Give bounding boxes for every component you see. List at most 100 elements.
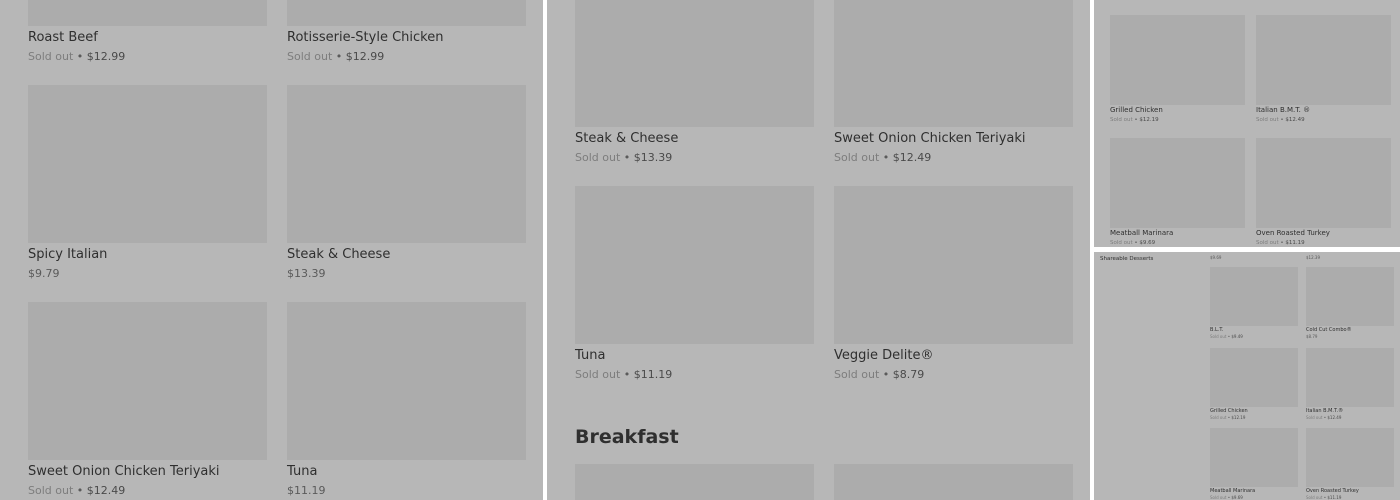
- item-price: $11.19: [1285, 240, 1305, 246]
- item-name[interactable]: Meatball Marinara: [1210, 488, 1255, 494]
- item-name[interactable]: Tuna: [575, 348, 605, 363]
- item-image[interactable]: [1210, 267, 1298, 326]
- item-image[interactable]: [1306, 428, 1394, 487]
- item-price-line: Sold out • $12.99: [287, 50, 385, 63]
- item-image[interactable]: [287, 0, 526, 26]
- sold-out-label: Sold out: [28, 484, 74, 497]
- item-name[interactable]: Roast Beef: [28, 30, 98, 45]
- item-price-line: Sold out • $9.49: [1210, 334, 1243, 339]
- item-name[interactable]: Italian B.M.T.®: [1306, 408, 1343, 414]
- item-image[interactable]: [575, 186, 814, 344]
- item-image[interactable]: [28, 85, 267, 243]
- item-name[interactable]: Grilled Chicken: [1210, 408, 1248, 414]
- item-name[interactable]: Italian B.M.T. ®: [1256, 106, 1310, 114]
- item-price-line: Sold out • $13.39: [575, 151, 673, 164]
- item-image[interactable]: [575, 0, 814, 127]
- item-image[interactable]: [1210, 428, 1298, 487]
- sold-out-label: Sold out: [1306, 495, 1323, 500]
- item-price-line: Sold out • $12.99: [28, 50, 126, 63]
- sold-out-label: Sold out: [575, 151, 621, 164]
- item-image[interactable]: [1210, 348, 1298, 407]
- item-price: $12.49: [892, 151, 932, 164]
- sold-out-label: Sold out: [834, 151, 880, 164]
- item-price: $12.19: [1231, 415, 1246, 420]
- item-name[interactable]: B.L.T.: [1210, 327, 1223, 333]
- item-name[interactable]: Veggie Delite®: [834, 348, 933, 363]
- item-price: $12.49: [1285, 117, 1305, 123]
- item-image[interactable]: [1306, 348, 1394, 407]
- item-price-line: Sold out • $12.49: [1306, 415, 1342, 420]
- item-price: $12.39: [1306, 255, 1320, 260]
- sold-out-label: Sold out: [834, 368, 880, 381]
- item-image[interactable]: [834, 186, 1073, 344]
- item-price-line: Sold out • $9.69: [1110, 240, 1156, 246]
- item-name[interactable]: Spicy Italian: [28, 247, 107, 262]
- item-price: $11.19: [287, 484, 326, 497]
- item-name[interactable]: Meatball Marinara: [1110, 229, 1173, 237]
- item-price: $12.49: [1327, 415, 1342, 420]
- item-price-line: Sold out • $9.69: [1210, 495, 1243, 500]
- sold-out-label: Sold out: [1210, 495, 1227, 500]
- item-price: $11.19: [1327, 495, 1342, 500]
- item-image[interactable]: [1256, 138, 1391, 228]
- menu-panel-3: Grilled Chicken Sold out • $12.19 Italia…: [1094, 0, 1400, 247]
- item-price-line: Sold out • $12.49: [1256, 117, 1305, 123]
- menu-panel-2: Steak & Cheese Sold out • $13.39 Sweet O…: [547, 0, 1090, 500]
- section-title: Breakfast: [575, 426, 679, 448]
- item-image[interactable]: [1306, 267, 1394, 326]
- item-price: $9.69: [1231, 495, 1243, 500]
- sold-out-label: Sold out: [1306, 415, 1323, 420]
- sold-out-label: Sold out: [1110, 117, 1133, 123]
- sold-out-label: Sold out: [287, 50, 333, 63]
- item-price-line: Sold out • $11.19: [1306, 495, 1342, 500]
- item-price: $12.99: [86, 50, 126, 63]
- item-image[interactable]: [1110, 15, 1245, 105]
- sold-out-label: Sold out: [1110, 240, 1133, 246]
- sold-out-label: Sold out: [1256, 117, 1279, 123]
- item-price-line: Sold out • $11.19: [1256, 240, 1305, 246]
- sold-out-label: Sold out: [28, 50, 74, 63]
- item-image[interactable]: [28, 302, 267, 460]
- item-price-line: Sold out • $12.49: [834, 151, 932, 164]
- item-price: $9.69: [1139, 240, 1156, 246]
- sold-out-label: Sold out: [1256, 240, 1279, 246]
- item-price: $13.39: [287, 267, 326, 280]
- item-price: $13.39: [633, 151, 673, 164]
- item-name[interactable]: Steak & Cheese: [287, 247, 390, 262]
- item-name[interactable]: Sweet Onion Chicken Teriyaki: [834, 131, 1026, 146]
- item-name[interactable]: Cold Cut Combo®: [1306, 327, 1352, 333]
- item-image[interactable]: [287, 85, 526, 243]
- sold-out-label: Sold out: [575, 368, 621, 381]
- item-price: $9.69: [1210, 255, 1222, 260]
- item-image[interactable]: [1110, 138, 1245, 228]
- item-name[interactable]: Grilled Chicken: [1110, 106, 1163, 114]
- menu-panel-1: Roast Beef Sold out • $12.99 Rotisserie-…: [0, 0, 543, 500]
- item-name[interactable]: Rotisserie-Style Chicken: [287, 30, 443, 45]
- item-name[interactable]: Tuna: [287, 464, 317, 479]
- item-price: $8.79: [1306, 334, 1318, 339]
- item-price: $12.99: [345, 50, 385, 63]
- item-price-line: Sold out • $11.19: [575, 368, 673, 381]
- item-price: $11.19: [633, 368, 673, 381]
- item-price-line: Sold out • $12.19: [1210, 415, 1246, 420]
- item-image[interactable]: [28, 0, 267, 26]
- sold-out-label: Sold out: [1210, 334, 1227, 339]
- item-image[interactable]: [1256, 15, 1391, 105]
- item-price: $9.49: [1231, 334, 1243, 339]
- item-price-line: Sold out • $12.49: [28, 484, 126, 497]
- item-price-line: Sold out • $8.79: [834, 368, 925, 381]
- sold-out-label: Sold out: [1210, 415, 1227, 420]
- item-image[interactable]: [834, 0, 1073, 127]
- item-name[interactable]: Sweet Onion Chicken Teriyaki: [28, 464, 220, 479]
- item-price: $9.79: [28, 267, 60, 280]
- item-price: $12.19: [1139, 117, 1159, 123]
- item-image[interactable]: [575, 464, 814, 500]
- section-title: Shareable Desserts: [1100, 256, 1154, 262]
- item-name[interactable]: Oven Roasted Turkey: [1256, 229, 1330, 237]
- item-image[interactable]: [834, 464, 1073, 500]
- item-name[interactable]: Steak & Cheese: [575, 131, 678, 146]
- item-image[interactable]: [287, 302, 526, 460]
- item-name[interactable]: Oven Roasted Turkey: [1306, 488, 1359, 494]
- menu-panel-4: Shareable Desserts $9.69 $12.39 B.L.T. S…: [1094, 252, 1400, 500]
- item-price: $8.79: [892, 368, 925, 381]
